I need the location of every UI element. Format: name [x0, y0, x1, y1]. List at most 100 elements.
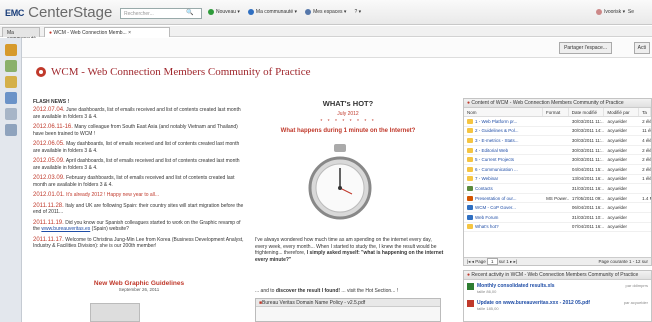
tab-wcm[interactable]: ● WCM - Web Connection Memb... ×: [44, 27, 170, 37]
news-item: 2012.06.11-16. Many colleague from South…: [33, 124, 238, 137]
excel-icon: [467, 283, 474, 290]
flash-news-heading: FLASH NEWS !: [33, 99, 70, 105]
col-format[interactable]: Format: [543, 108, 569, 116]
wiki-icon: [467, 205, 473, 211]
folder-icon: [467, 224, 473, 230]
whats-hot-subheading: What happens during 1 minute on the Inte…: [280, 128, 416, 134]
col-by[interactable]: Modifié par: [604, 108, 640, 116]
table-row[interactable]: 1 - Web Platform pr... 30/03/2011 11:... a…: [464, 117, 651, 127]
plus-icon: [208, 9, 214, 15]
next-page-icon[interactable]: ▸ ▸|: [510, 259, 517, 265]
activity-item[interactable]: Update on www.bureauveritas.xxx - 2012 0…: [464, 297, 651, 314]
menu-mes-espaces[interactable]: Mes espaces ▾: [305, 9, 346, 15]
page-number-input[interactable]: 1: [486, 258, 498, 265]
whats-hot-text: I've always wondered how much time as am…: [255, 237, 444, 263]
news-item: 2012.06.05. May dashboards, list of emai…: [33, 141, 240, 154]
news-item: 2012.03.09. February dashboards, list of…: [33, 175, 235, 188]
bureauveritas-link[interactable]: www.bureauveritas.es: [41, 226, 90, 232]
whats-hot-month: July 2012: [337, 111, 359, 117]
table-row[interactable]: WCM - CoP Gover... 06/04/2011 16:... acyue…: [464, 203, 651, 213]
flash-news-list: 2012.07.04. June dashboards, list of ema…: [33, 107, 245, 254]
folder-icon: [467, 157, 473, 163]
pager: |◂ ◂ Page 1 sur 1 ▸ ▸| Page courante 1 -…: [464, 257, 651, 265]
guidelines-heading[interactable]: New Web Graphic Guidelines: [33, 280, 245, 287]
whats-hot-stars: * * * * * * * *: [320, 119, 376, 125]
menu-help[interactable]: ? ▾: [354, 9, 361, 15]
tree-icon[interactable]: [5, 60, 17, 72]
whats-hot-heading: WHAT's HOT?: [322, 99, 374, 108]
user-sep[interactable]: Se: [628, 9, 634, 15]
table-row[interactable]: What's hot? 07/04/2011 16:... acyuelder: [464, 223, 651, 233]
pdf-title-bar: ■ Bureau Veritas Domain Name Policy - v2…: [256, 299, 440, 307]
folder-icon: [467, 166, 473, 172]
content-panel: ● Content of WCM - Web Connection Member…: [463, 98, 652, 266]
folder-icon: [467, 118, 473, 124]
table-row[interactable]: Contacts 31/03/2011 16:... acyuelder: [464, 184, 651, 194]
sidebar: [0, 38, 22, 322]
grid-icon[interactable]: [5, 124, 17, 136]
col-date[interactable]: Date modifié: [569, 108, 605, 116]
folder-icon[interactable]: [5, 76, 17, 88]
app-logo[interactable]: EMC CenterStage: [5, 4, 112, 21]
search-icon[interactable]: 🔍: [186, 9, 193, 16]
table-row[interactable]: 5 - Current Projects 30/03/2011 11:... acy…: [464, 155, 651, 165]
community-icon: [247, 9, 254, 15]
discover-text: ... and to discover the result I found! …: [255, 288, 399, 294]
page-status: Page courante 1 - 12 sur: [598, 259, 648, 264]
folder-icon: [467, 128, 473, 134]
tab-bar: Ma communauté ● WCM - Web Connection Mem…: [0, 26, 652, 42]
stopwatch-image: [298, 142, 382, 226]
actions-button[interactable]: Acti: [633, 42, 650, 54]
space-toolbar: Partager l'espace... Acti: [22, 38, 652, 58]
app-name: CenterStage: [28, 4, 113, 21]
table-row[interactable]: Web Forum 31/03/2011 10:... acyuelder: [464, 213, 651, 223]
spaces-icon: [305, 9, 312, 15]
content-columns: Nom Format Date modifié Modifié par Ta: [464, 108, 651, 117]
people-icon[interactable]: [5, 92, 17, 104]
main-menu: Nouveau ▾ Ma communauté ▾ Mes espaces ▾ …: [208, 9, 369, 15]
page-title: WCM - Web Connection Members Community o…: [35, 66, 311, 78]
activity-panel: ● Recent activity in WCM - Web Connectio…: [463, 270, 652, 322]
guidelines-block: New Web Graphic Guidelines September 26,…: [33, 280, 245, 292]
folder-icon: [467, 176, 473, 182]
user-icon: [596, 9, 603, 15]
contacts-icon: [467, 185, 473, 191]
activity-item[interactable]: Monthly consolidated results.xls taille 8…: [464, 280, 651, 297]
ribbon-icon: [36, 67, 46, 77]
table-row[interactable]: 7 - Webinar 13/04/2011 16:... acyuelder 1 é…: [464, 175, 651, 185]
emc-logo: EMC: [5, 7, 25, 18]
top-bar: EMC CenterStage Rechercher... 🔍 Nouveau …: [0, 0, 652, 25]
table-row[interactable]: 3 - E-metrics - Stats... 30/03/2011 11:..…: [464, 136, 651, 146]
share-space-button[interactable]: Partager l'espace...: [559, 42, 612, 54]
user-menu[interactable]: lvoorisk ▾ Se: [596, 9, 634, 15]
activity-panel-header: ● Recent activity in WCM - Web Connectio…: [464, 271, 651, 280]
col-size[interactable]: Ta: [639, 108, 651, 116]
home-icon[interactable]: [5, 44, 17, 56]
menu-ma-communaute[interactable]: Ma communauté ▾: [247, 9, 297, 15]
content-panel-header: ● Content of WCM - Web Connection Member…: [464, 99, 651, 108]
forum-icon: [467, 214, 473, 220]
folder-icon: [467, 137, 473, 143]
first-page-icon[interactable]: |◂ ◂: [467, 259, 474, 265]
folder-icon: [467, 147, 473, 153]
powerpoint-icon: [467, 195, 473, 201]
news-item: 2011.11.17. Welcome to Christina Jung-Mi…: [33, 236, 244, 250]
news-item: 2011.11.28. Italy and UK are following S…: [33, 202, 244, 216]
table-row[interactable]: 2 - Guidelines & Pol... 30/03/2011 14:...…: [464, 127, 651, 137]
pdf-icon: [467, 300, 474, 307]
news-item: 2012.01.01. It's already 2012 ! Happy ne…: [33, 192, 160, 198]
pdf-viewer[interactable]: ■ Bureau Veritas Domain Name Policy - v2…: [255, 298, 441, 322]
tab-ma-communaute[interactable]: Ma communauté: [2, 27, 40, 42]
table-row[interactable]: Presentation of our... MS Power... 17/05/2…: [464, 194, 651, 204]
table-row[interactable]: 4 - Editorial Web 30/03/2011 11:... acyuel…: [464, 146, 651, 156]
table-row[interactable]: 6 - Communication ... 04/04/2011 15:... ac…: [464, 165, 651, 175]
news-item: 2012.07.04. June dashboards, list of ema…: [33, 107, 241, 120]
whats-hot-block: WHAT's HOT? July 2012 * * * * * * * * Wh…: [268, 99, 428, 134]
clip-icon[interactable]: [5, 108, 17, 120]
guidelines-date: September 26, 2011: [118, 287, 160, 292]
news-item: 2012.05.09. April dashboards, list of em…: [33, 158, 240, 171]
user-name: lvoorisk: [604, 9, 622, 15]
col-name[interactable]: Nom: [464, 108, 544, 116]
menu-nouveau[interactable]: Nouveau ▾: [208, 9, 240, 15]
guidelines-thumbnail[interactable]: [90, 303, 140, 322]
